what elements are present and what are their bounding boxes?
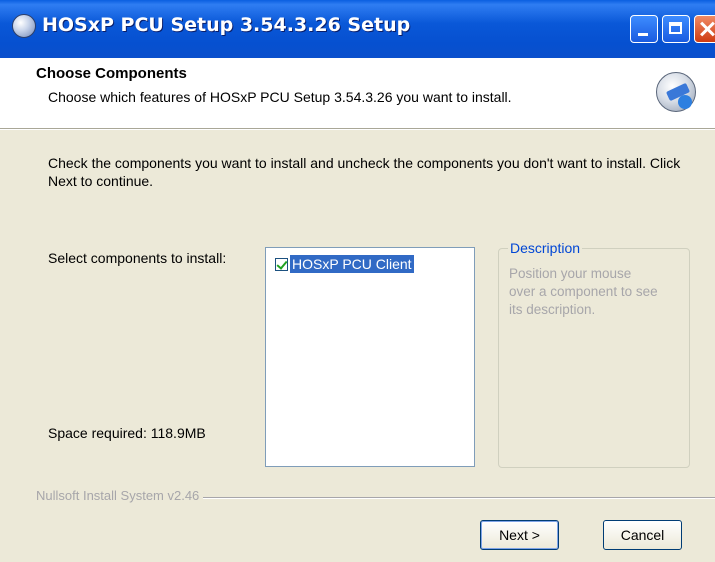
nsis-branding: Nullsoft Install System v2.46 [36, 488, 204, 503]
select-components-label: Select components to install: [48, 250, 227, 266]
minimize-icon[interactable] [630, 15, 658, 43]
next-button[interactable]: Next > [480, 520, 559, 550]
space-required-label: Space required: 118.9MB [48, 425, 206, 441]
header-divider [0, 129, 715, 130]
window-title: HOSxP PCU Setup 3.54.3.26 Setup [42, 14, 411, 36]
checkbox-checked-icon[interactable] [275, 257, 288, 271]
components-list[interactable]: HOSxP PCU Client [265, 247, 475, 467]
installer-app-icon [12, 14, 36, 38]
cancel-button[interactable]: Cancel [603, 520, 682, 550]
header-panel: Choose Components Choose which features … [0, 58, 715, 129]
component-item-hosxp-pcu-client[interactable]: HOSxP PCU Client [275, 255, 414, 273]
instructions-text: Check the components you want to install… [48, 155, 681, 189]
close-icon[interactable] [694, 15, 715, 43]
page-subtitle: Choose which features of HOSxP PCU Setup… [48, 89, 512, 105]
page-title: Choose Components [36, 65, 187, 82]
maximize-icon[interactable] [662, 15, 690, 43]
component-label[interactable]: HOSxP PCU Client [290, 255, 414, 273]
title-bar[interactable]: HOSxP PCU Setup 3.54.3.26 Setup [0, 0, 715, 59]
description-title: Description [508, 240, 583, 256]
description-text: Position your mouse over a component to … [509, 266, 658, 317]
installer-logo-icon [656, 72, 696, 112]
